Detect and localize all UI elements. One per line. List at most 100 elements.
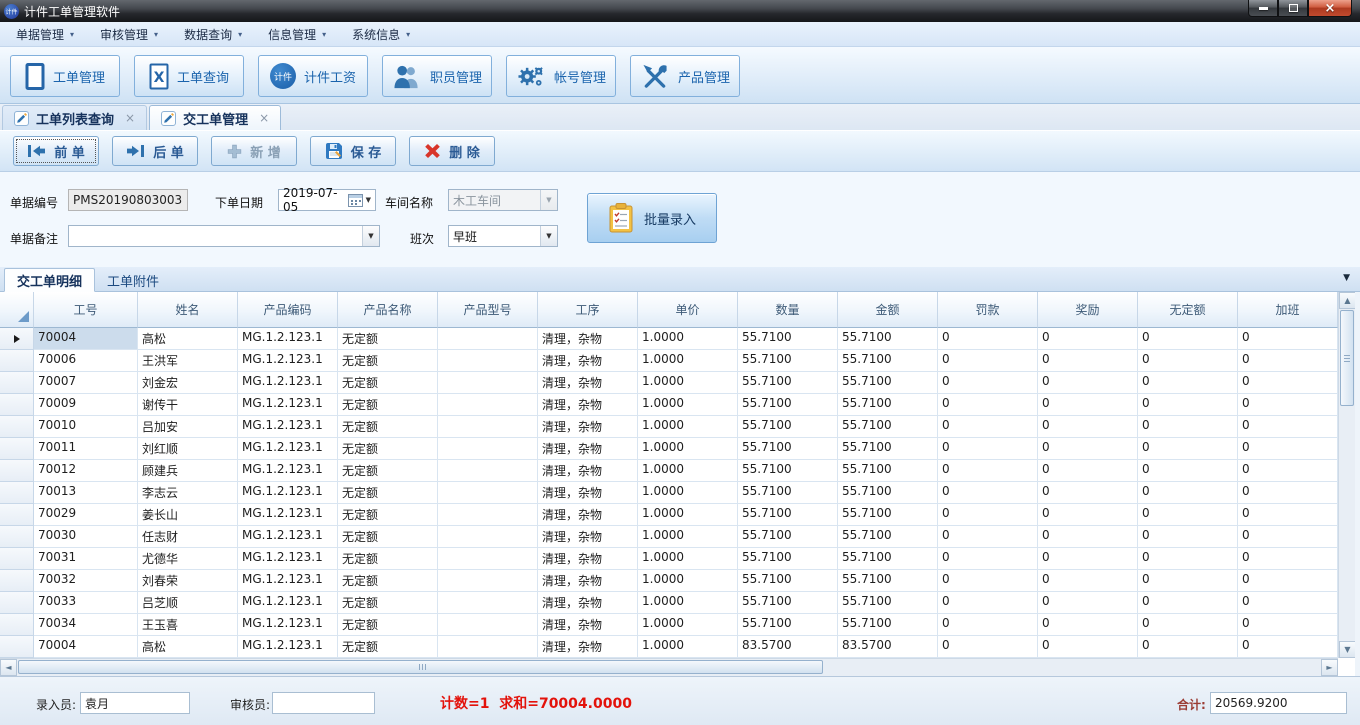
cell-unit-price[interactable]: 1.0000 <box>638 394 738 416</box>
cell-quantity[interactable]: 55.7100 <box>738 570 838 592</box>
cell-product-model[interactable] <box>438 504 538 526</box>
cell-product-name[interactable]: 无定额 <box>338 570 438 592</box>
cell-overtime[interactable]: 0 <box>1238 416 1338 438</box>
cell-product-model[interactable] <box>438 372 538 394</box>
cell-no-quota[interactable]: 0 <box>1138 438 1238 460</box>
cell-quantity[interactable]: 55.7100 <box>738 328 838 350</box>
cell-name[interactable]: 谢传干 <box>138 394 238 416</box>
cell-product-name[interactable]: 无定额 <box>338 372 438 394</box>
cell-process[interactable]: 清理，杂物 <box>538 548 638 570</box>
cell-reward[interactable]: 0 <box>1038 416 1138 438</box>
cell-no-quota[interactable]: 0 <box>1138 394 1238 416</box>
save-button[interactable]: 保 存 <box>310 136 396 166</box>
tab-delivery-order-mgmt[interactable]: 交工单管理× <box>149 105 281 130</box>
cell-unit-price[interactable]: 1.0000 <box>638 438 738 460</box>
cell-product-model[interactable] <box>438 438 538 460</box>
horizontal-scrollbar[interactable]: ◄ ► <box>0 658 1338 676</box>
cell-name[interactable]: 李志云 <box>138 482 238 504</box>
cell-process[interactable]: 清理，杂物 <box>538 592 638 614</box>
cell-penalty[interactable]: 0 <box>938 372 1038 394</box>
cell-amount[interactable]: 55.7100 <box>838 482 938 504</box>
cell-product-name[interactable]: 无定额 <box>338 482 438 504</box>
cell-process[interactable]: 清理，杂物 <box>538 394 638 416</box>
cell-name[interactable]: 高松 <box>138 328 238 350</box>
piecework-wage-button[interactable]: 计件计件工资 <box>258 55 368 97</box>
cell-product-code[interactable]: MG.1.2.123.1 <box>238 548 338 570</box>
row-selector[interactable] <box>0 570 34 592</box>
column-header-penalty[interactable]: 罚款 <box>938 292 1038 328</box>
cell-name[interactable]: 高松 <box>138 636 238 658</box>
cell-penalty[interactable]: 0 <box>938 504 1038 526</box>
row-selector[interactable] <box>0 614 34 636</box>
cell-product-model[interactable] <box>438 614 538 636</box>
cell-product-model[interactable] <box>438 548 538 570</box>
cell-amount[interactable]: 55.7100 <box>838 592 938 614</box>
cell-overtime[interactable]: 0 <box>1238 350 1338 372</box>
cell-no-quota[interactable]: 0 <box>1138 570 1238 592</box>
cell-quantity[interactable]: 55.7100 <box>738 438 838 460</box>
cell-overtime[interactable]: 0 <box>1238 372 1338 394</box>
cell-emp-no[interactable]: 70029 <box>34 504 138 526</box>
cell-product-code[interactable]: MG.1.2.123.1 <box>238 394 338 416</box>
order-date-picker[interactable]: 2019-07-05 ▼ <box>278 189 376 211</box>
cell-unit-price[interactable]: 1.0000 <box>638 372 738 394</box>
cell-amount[interactable]: 83.5700 <box>838 636 938 658</box>
cell-product-code[interactable]: MG.1.2.123.1 <box>238 570 338 592</box>
scroll-up-button[interactable]: ▲ <box>1339 292 1356 309</box>
menu-item-information[interactable]: 信息管理▾ <box>258 23 336 46</box>
cell-name[interactable]: 王洪军 <box>138 350 238 372</box>
cell-emp-no[interactable]: 70011 <box>34 438 138 460</box>
cell-penalty[interactable]: 0 <box>938 350 1038 372</box>
cell-unit-price[interactable]: 1.0000 <box>638 482 738 504</box>
tab-work-order-list-query[interactable]: 工单列表查询× <box>2 105 147 130</box>
cell-emp-no[interactable]: 70032 <box>34 570 138 592</box>
cell-emp-no[interactable]: 70006 <box>34 350 138 372</box>
cell-penalty[interactable]: 0 <box>938 482 1038 504</box>
column-header-name[interactable]: 姓名 <box>138 292 238 328</box>
cell-unit-price[interactable]: 1.0000 <box>638 504 738 526</box>
cell-name[interactable]: 吕芝顺 <box>138 592 238 614</box>
column-header-product-code[interactable]: 产品编码 <box>238 292 338 328</box>
cell-product-model[interactable] <box>438 416 538 438</box>
cell-penalty[interactable]: 0 <box>938 394 1038 416</box>
cell-unit-price[interactable]: 1.0000 <box>638 350 738 372</box>
menu-item-audit[interactable]: 审核管理▾ <box>90 23 168 46</box>
cell-overtime[interactable]: 0 <box>1238 570 1338 592</box>
cell-emp-no[interactable]: 70030 <box>34 526 138 548</box>
cell-unit-price[interactable]: 1.0000 <box>638 460 738 482</box>
cell-no-quota[interactable]: 0 <box>1138 636 1238 658</box>
cell-product-code[interactable]: MG.1.2.123.1 <box>238 328 338 350</box>
cell-process[interactable]: 清理，杂物 <box>538 328 638 350</box>
cell-product-name[interactable]: 无定额 <box>338 548 438 570</box>
cell-process[interactable]: 清理，杂物 <box>538 614 638 636</box>
cell-product-name[interactable]: 无定额 <box>338 438 438 460</box>
cell-quantity[interactable]: 55.7100 <box>738 526 838 548</box>
cell-reward[interactable]: 0 <box>1038 592 1138 614</box>
cell-product-name[interactable]: 无定额 <box>338 636 438 658</box>
cell-amount[interactable]: 55.7100 <box>838 526 938 548</box>
cell-name[interactable]: 吕加安 <box>138 416 238 438</box>
close-button[interactable] <box>1308 0 1352 17</box>
cell-amount[interactable]: 55.7100 <box>838 548 938 570</box>
cell-unit-price[interactable]: 1.0000 <box>638 570 738 592</box>
cell-name[interactable]: 刘春荣 <box>138 570 238 592</box>
cell-product-model[interactable] <box>438 482 538 504</box>
cell-process[interactable]: 清理，杂物 <box>538 504 638 526</box>
row-selector[interactable] <box>0 416 34 438</box>
cell-reward[interactable]: 0 <box>1038 526 1138 548</box>
cell-product-name[interactable]: 无定额 <box>338 592 438 614</box>
cell-name[interactable]: 刘红顺 <box>138 438 238 460</box>
cell-emp-no[interactable]: 70004 <box>34 636 138 658</box>
cell-quantity[interactable]: 55.7100 <box>738 614 838 636</box>
work-order-query-button[interactable]: X工单查询 <box>134 55 244 97</box>
column-header-no-quota[interactable]: 无定额 <box>1138 292 1238 328</box>
cell-product-name[interactable]: 无定额 <box>338 416 438 438</box>
cell-product-model[interactable] <box>438 592 538 614</box>
cell-process[interactable]: 清理，杂物 <box>538 460 638 482</box>
cell-overtime[interactable]: 0 <box>1238 394 1338 416</box>
cell-process[interactable]: 清理，杂物 <box>538 482 638 504</box>
cell-no-quota[interactable]: 0 <box>1138 592 1238 614</box>
cell-overtime[interactable]: 0 <box>1238 328 1338 350</box>
cell-product-code[interactable]: MG.1.2.123.1 <box>238 504 338 526</box>
detail-tabs-overflow-button[interactable]: ▼ <box>1343 273 1350 283</box>
